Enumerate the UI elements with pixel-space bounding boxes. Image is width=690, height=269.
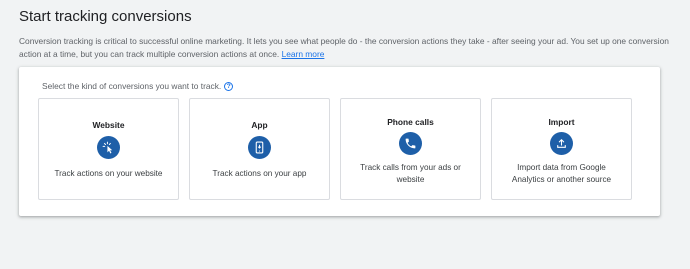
mobile-app-icon: [248, 136, 271, 159]
page: Start tracking conversions Conversion tr…: [0, 0, 690, 269]
phone-icon: [399, 132, 422, 155]
card-description: Import data from Google Analytics or ano…: [511, 163, 612, 184]
upload-icon: [550, 132, 573, 155]
page-title: Start tracking conversions: [19, 8, 192, 25]
prompt-label: Select the kind of conversions you want …: [42, 81, 222, 91]
conversion-type-cards: Website Track actions on your website Ap…: [38, 98, 632, 200]
card-description: Track calls from your ads or website: [360, 163, 461, 184]
card-title: Phone calls: [387, 117, 434, 127]
conversion-type-panel: Select the kind of conversions you want …: [19, 67, 660, 216]
card-description: Track actions on your website: [54, 169, 163, 178]
phone-calls-card[interactable]: Phone calls Track calls from your ads or…: [340, 98, 481, 200]
import-card[interactable]: Import Import data from Google Analytics…: [491, 98, 632, 200]
card-title: Website: [92, 120, 125, 130]
help-circle-icon[interactable]: ?: [224, 81, 234, 91]
website-card[interactable]: Website Track actions on your website: [38, 98, 179, 200]
card-title: App: [251, 120, 268, 130]
learn-more-link[interactable]: Learn more: [282, 49, 325, 59]
intro-body: Conversion tracking is critical to succe…: [19, 36, 669, 59]
intro-text: Conversion tracking is critical to succe…: [19, 35, 679, 60]
card-title: Import: [548, 117, 575, 127]
cursor-click-icon: [97, 136, 120, 159]
conversion-type-prompt: Select the kind of conversions you want …: [42, 81, 234, 91]
card-description: Track actions on your app: [212, 169, 307, 178]
app-card[interactable]: App Track actions on your app: [189, 98, 330, 200]
